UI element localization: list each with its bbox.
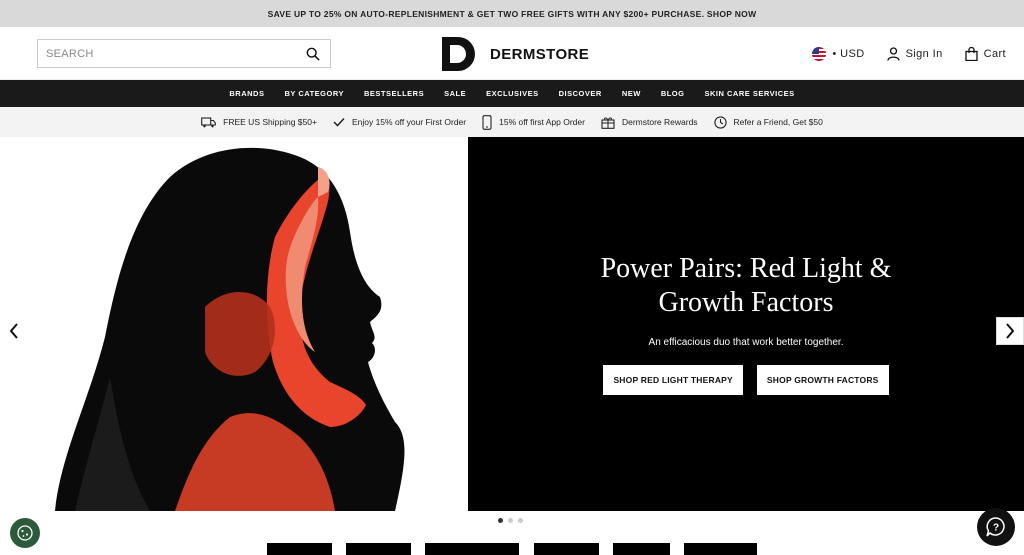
chevron-left-icon (9, 323, 18, 339)
shop-red-light-therapy-button[interactable]: SHOP RED LIGHT THERAPY (603, 365, 743, 395)
benefit-free-shipping[interactable]: FREE US Shipping $50+ (201, 116, 317, 128)
hero-subline: An efficacious duo that work better toge… (648, 337, 844, 348)
benefit-first-order[interactable]: Enjoy 15% off your First Order (333, 117, 466, 127)
search-input[interactable] (46, 47, 306, 60)
truck-icon (201, 116, 217, 127)
main-nav: BRANDS BY CATEGORY BESTSELLERS SALE EXCL… (0, 80, 1024, 107)
cookie-settings-button[interactable] (10, 518, 40, 548)
checkmark-icon (333, 117, 345, 127)
benefit-label: FREE US Shipping $50+ (223, 117, 317, 127)
hero-carousel: Power Pairs: Red Light & Growth Factors … (0, 137, 1024, 511)
phone-icon (482, 114, 492, 130)
help-chat-icon: ? (986, 517, 1005, 537)
search-box[interactable] (37, 39, 331, 68)
currency-selector[interactable]: • USD (812, 46, 865, 61)
carousel-dot-2[interactable] (508, 518, 513, 523)
carousel-dots (498, 518, 523, 523)
sign-in-link[interactable]: Sign In (886, 46, 943, 61)
promo-banner[interactable]: SAVE UP TO 25% ON AUTO-REPLENISHMENT & G… (0, 0, 1024, 27)
logo-text: DERMSTORE (490, 45, 590, 63)
hero-text-panel: Power Pairs: Red Light & Growth Factors … (468, 137, 1024, 511)
hero-cta-group: SHOP RED LIGHT THERAPY SHOP GROWTH FACTO… (468, 365, 1024, 395)
category-tile[interactable] (346, 543, 411, 555)
carousel-prev-button[interactable] (0, 317, 28, 345)
category-tile[interactable] (613, 543, 670, 555)
benefit-label: 15% off first App Order (499, 117, 585, 127)
cookie-icon (17, 525, 33, 541)
search-icon[interactable] (306, 47, 320, 61)
header-actions: • USD Sign In Cart (812, 27, 1006, 80)
carousel-dot-1[interactable] (498, 518, 503, 523)
benefit-refer-friend[interactable]: Refer a Friend, Get $50 (713, 115, 823, 129)
category-tile[interactable] (267, 543, 332, 555)
nav-item-bestsellers[interactable]: BESTSELLERS (364, 89, 424, 98)
help-chat-button[interactable]: ? (977, 508, 1015, 546)
hero-image-red-light-mask[interactable] (0, 137, 468, 511)
nav-item-sale[interactable]: SALE (444, 89, 466, 98)
nav-item-brands[interactable]: BRANDS (229, 89, 264, 98)
nav-item-skin-care-services[interactable]: SKIN CARE SERVICES (704, 89, 794, 98)
category-tile[interactable] (684, 543, 757, 555)
carousel-next-button[interactable] (996, 317, 1024, 345)
svg-text:?: ? (993, 523, 999, 534)
sign-in-label: Sign In (905, 47, 943, 60)
shopping-bag-icon (964, 46, 978, 61)
hero-headline-line1: Power Pairs: Red Light & (600, 253, 892, 284)
nav-item-new[interactable]: NEW (622, 89, 641, 98)
dermstore-logo[interactable]: DERMSTORE (442, 37, 589, 71)
gift-icon (601, 116, 615, 129)
hero-headline-line2: Growth Factors (658, 287, 834, 318)
hero-headline: Power Pairs: Red Light & Growth Factors (468, 252, 1024, 320)
hero-illustration (0, 137, 468, 511)
category-tile[interactable] (425, 543, 519, 555)
category-tile[interactable] (534, 543, 599, 555)
cart-label: Cart (983, 47, 1006, 60)
nav-item-blog[interactable]: BLOG (661, 89, 685, 98)
logo-d-icon (442, 37, 475, 71)
benefit-label: Dermstore Rewards (621, 117, 698, 127)
currency-label: • USD (832, 47, 865, 60)
benefit-label: Refer a Friend, Get $50 (733, 117, 823, 127)
cart-link[interactable]: Cart (964, 46, 1006, 61)
benefit-rewards[interactable]: Dermstore Rewards (601, 116, 698, 129)
nav-item-discover[interactable]: DISCOVER (559, 89, 602, 98)
benefits-bar: FREE US Shipping $50+ Enjoy 15% off your… (0, 107, 1024, 137)
refer-icon (713, 115, 727, 129)
us-flag-icon (812, 46, 827, 61)
benefit-label: Enjoy 15% off your First Order (351, 117, 467, 127)
benefit-app-order[interactable]: 15% off first App Order (482, 114, 585, 130)
carousel-dot-3[interactable] (518, 518, 523, 523)
category-tiles-row (0, 543, 1024, 555)
promo-banner-text[interactable]: SAVE UP TO 25% ON AUTO-REPLENISHMENT & G… (268, 9, 757, 19)
shop-growth-factors-button[interactable]: SHOP GROWTH FACTORS (756, 365, 889, 395)
nav-item-by-category[interactable]: BY CATEGORY (284, 89, 344, 98)
chevron-right-icon (1006, 323, 1015, 339)
user-icon (886, 46, 900, 61)
nav-item-exclusives[interactable]: EXCLUSIVES (486, 89, 539, 98)
site-header: DERMSTORE • USD Sign In Cart (0, 27, 1024, 80)
